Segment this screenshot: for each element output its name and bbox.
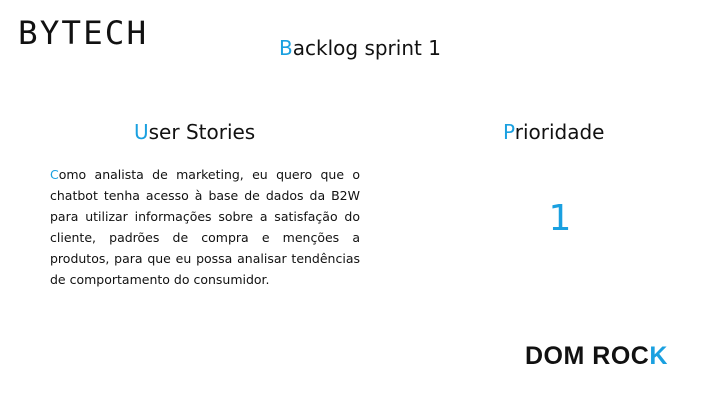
dom-rock-logo: DOM ROCK: [525, 342, 668, 371]
title-accent-letter: B: [279, 36, 293, 60]
user-stories-accent-letter: U: [134, 120, 149, 144]
brand-main-text: DOM ROC: [525, 342, 650, 370]
user-story-text: Como analista de marketing, eu quero que…: [50, 164, 360, 290]
story-accent-letter: C: [50, 167, 59, 182]
priority-heading: Prioridade: [503, 120, 604, 144]
story-body: omo analista de marketing, eu quero que …: [50, 167, 360, 287]
user-stories-heading: User Stories: [134, 120, 255, 144]
title-text: acklog sprint 1: [292, 36, 441, 60]
user-stories-heading-text: ser Stories: [148, 120, 256, 144]
priority-accent-letter: P: [503, 120, 515, 144]
priority-value: 1: [548, 198, 572, 239]
brand-accent-letter: K: [649, 342, 668, 370]
slide-title: Backlog sprint 1: [0, 36, 720, 60]
priority-heading-text: rioridade: [514, 120, 605, 144]
